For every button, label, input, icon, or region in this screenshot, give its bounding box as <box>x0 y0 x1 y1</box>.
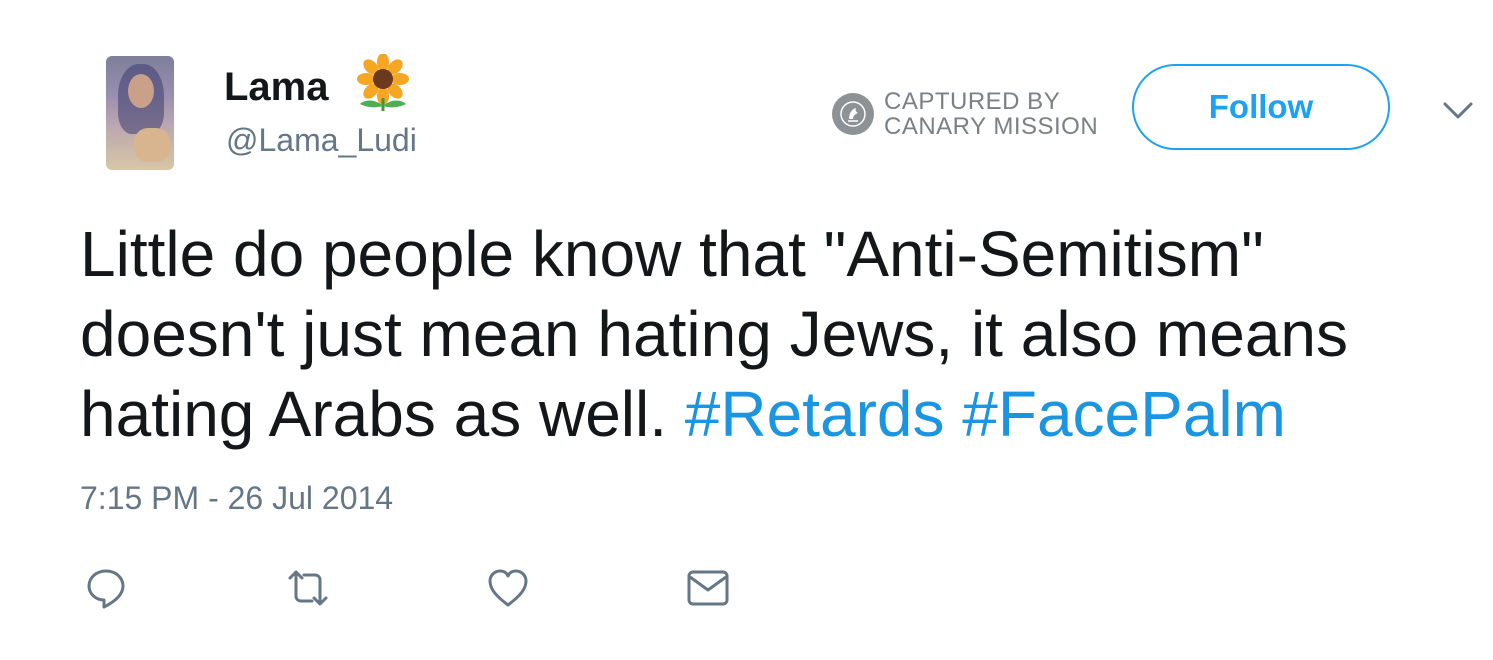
avatar-cat <box>134 128 170 162</box>
follow-button[interactable]: Follow <box>1132 64 1390 150</box>
watermark-text: CAPTURED BY CANARY MISSION <box>884 89 1098 139</box>
retweet-icon[interactable] <box>286 566 330 610</box>
heart-icon[interactable] <box>486 566 530 610</box>
tweet-text: Little do people know that "Anti-Semitis… <box>80 214 1460 454</box>
author-name[interactable]: Lama <box>224 64 329 110</box>
hashtag-link[interactable]: #FacePalm <box>962 378 1286 450</box>
watermark-line2: CANARY MISSION <box>884 113 1099 140</box>
sunflower-emoji-icon <box>357 54 409 111</box>
watermark-line1: CAPTURED BY <box>884 88 1061 115</box>
canary-mission-watermark: CAPTURED BY CANARY MISSION <box>832 88 1098 140</box>
tweet-timestamp[interactable]: 7:15 PM - 26 Jul 2014 <box>80 480 393 517</box>
author-handle[interactable]: @Lama_Ludi <box>226 120 417 160</box>
envelope-icon[interactable] <box>686 566 730 610</box>
chevron-down-icon[interactable] <box>1440 98 1476 124</box>
reply-icon[interactable] <box>84 566 128 610</box>
hashtag-link[interactable]: #Retards <box>685 378 945 450</box>
canary-icon <box>832 93 874 135</box>
avatar-face <box>128 74 154 108</box>
avatar[interactable] <box>106 56 174 170</box>
